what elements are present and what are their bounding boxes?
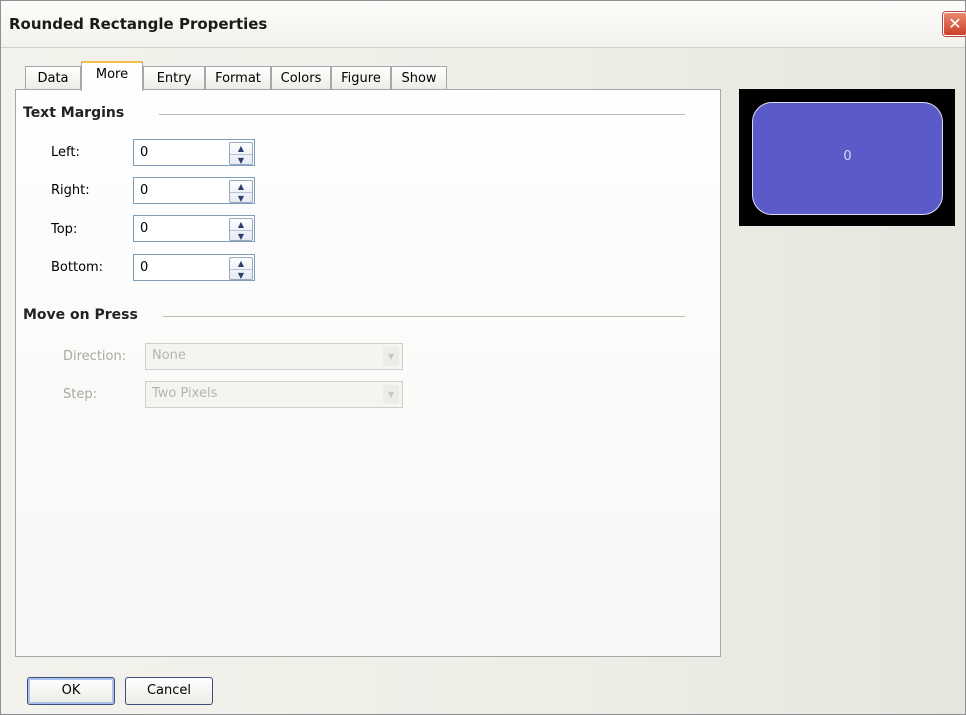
- preview-text: 0: [843, 149, 852, 164]
- tab-panel-more: [15, 89, 721, 657]
- bottom-margin-stepper[interactable]: ▲ ▼: [229, 257, 253, 280]
- spin-down-icon[interactable]: ▼: [230, 155, 252, 166]
- section-divider: [159, 114, 685, 115]
- left-margin-label: Left:: [51, 145, 80, 160]
- ok-button[interactable]: OK: [27, 677, 115, 705]
- chevron-down-icon: ▼: [383, 347, 399, 366]
- tab-format[interactable]: Format: [205, 66, 271, 90]
- title-bar: Rounded Rectangle Properties ✕: [1, 1, 966, 48]
- top-margin-label: Top:: [51, 222, 78, 237]
- properties-dialog: Rounded Rectangle Properties ✕ Data More…: [0, 0, 966, 715]
- spin-down-icon[interactable]: ▼: [230, 270, 252, 281]
- close-button[interactable]: ✕: [943, 12, 966, 36]
- shape-preview: 0: [739, 89, 955, 226]
- chevron-down-icon: ▼: [383, 385, 399, 404]
- spin-up-icon[interactable]: ▲: [230, 143, 252, 155]
- rounded-rectangle-preview: 0: [752, 102, 943, 215]
- cancel-button[interactable]: Cancel: [125, 677, 213, 705]
- left-margin-stepper[interactable]: ▲ ▼: [229, 142, 253, 165]
- step-value: Two Pixels: [152, 386, 218, 401]
- dialog-title: Rounded Rectangle Properties: [9, 15, 268, 33]
- spin-up-icon[interactable]: ▲: [230, 258, 252, 270]
- close-icon: ✕: [948, 14, 962, 33]
- tab-more[interactable]: More: [81, 61, 143, 91]
- tab-show[interactable]: Show: [391, 66, 447, 90]
- tab-data[interactable]: Data: [25, 66, 81, 90]
- right-margin-label: Right:: [51, 183, 90, 198]
- tab-colors[interactable]: Colors: [271, 66, 331, 90]
- bottom-margin-label: Bottom:: [51, 260, 104, 275]
- right-margin-stepper[interactable]: ▲ ▼: [229, 180, 253, 203]
- spin-up-icon[interactable]: ▲: [230, 219, 252, 231]
- direction-value: None: [152, 348, 186, 363]
- step-label: Step:: [63, 387, 97, 402]
- tab-entry[interactable]: Entry: [143, 66, 205, 90]
- tab-figure[interactable]: Figure: [331, 66, 391, 90]
- text-margins-heading: Text Margins: [23, 105, 125, 121]
- spin-up-icon[interactable]: ▲: [230, 181, 252, 193]
- top-margin-stepper[interactable]: ▲ ▼: [229, 218, 253, 241]
- step-select: Two Pixels ▼: [145, 381, 403, 408]
- direction-label: Direction:: [63, 349, 127, 364]
- spin-down-icon[interactable]: ▼: [230, 231, 252, 242]
- move-on-press-heading: Move on Press: [23, 307, 138, 323]
- section-divider: [163, 316, 685, 317]
- spin-down-icon[interactable]: ▼: [230, 193, 252, 204]
- direction-select: None ▼: [145, 343, 403, 370]
